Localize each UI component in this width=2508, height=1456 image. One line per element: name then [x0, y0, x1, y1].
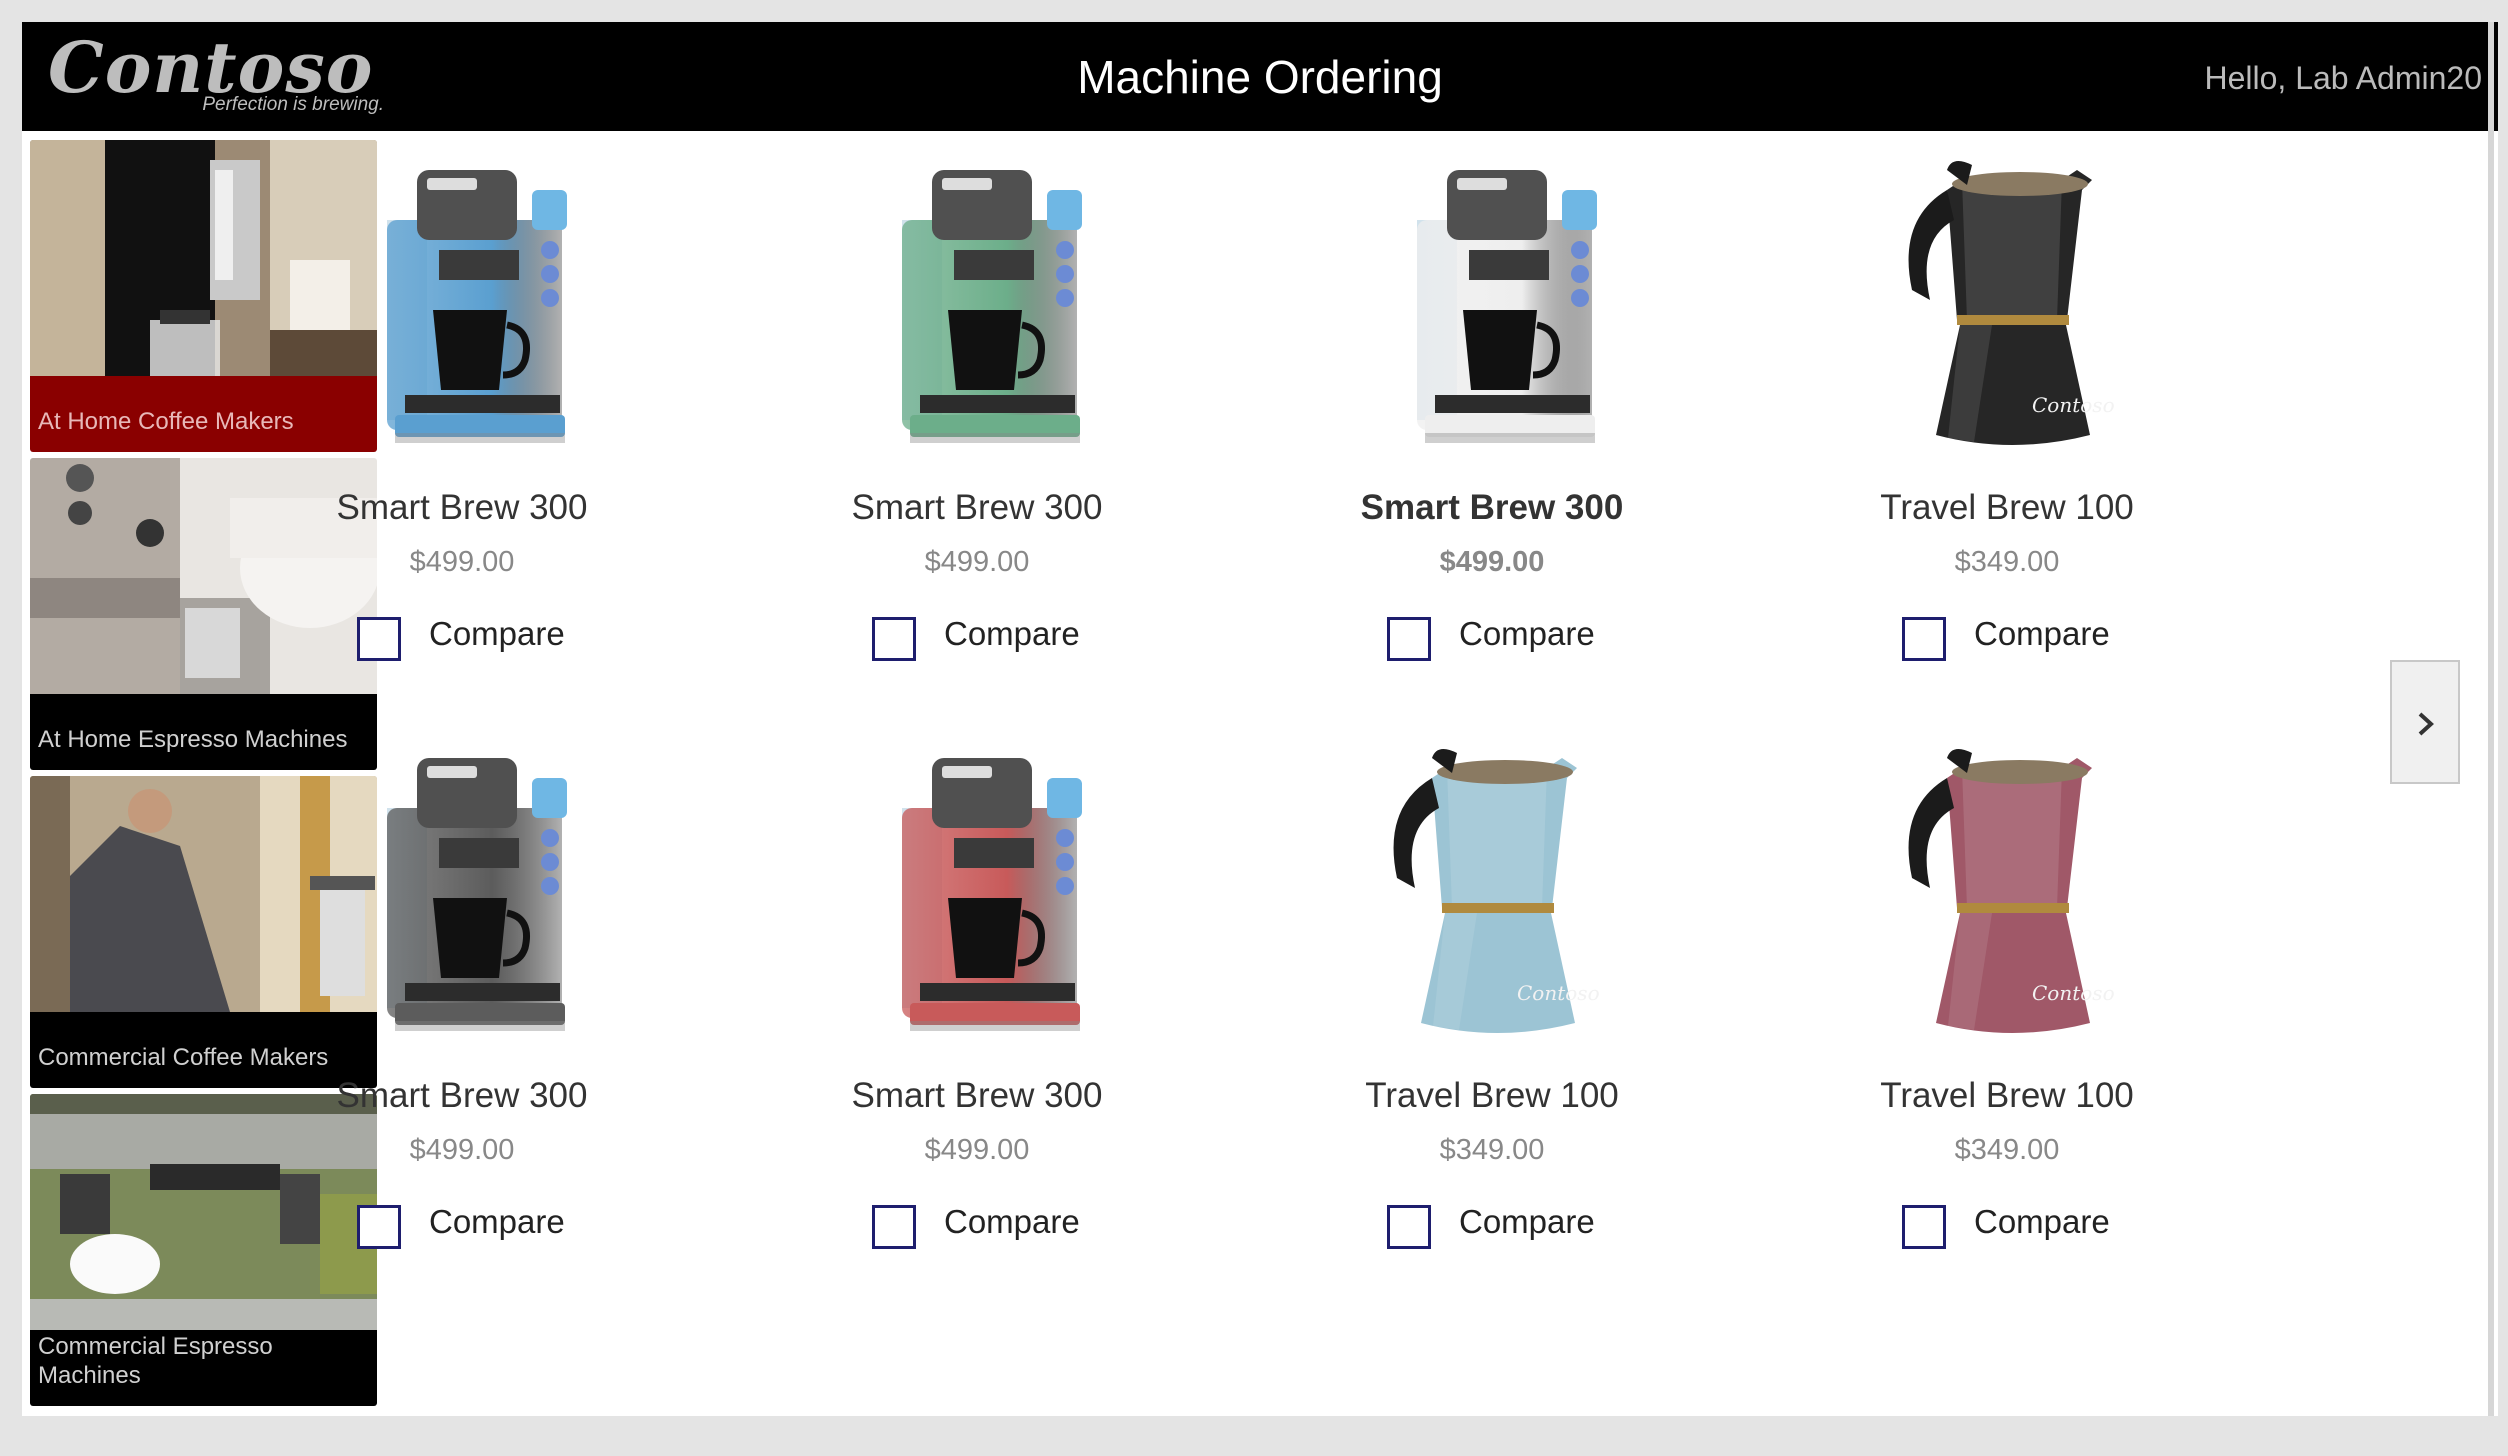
product-image[interactable]: Contoso: [1377, 738, 1607, 1058]
product-image[interactable]: [862, 150, 1092, 470]
compare-checkbox[interactable]: Compare: [357, 1201, 617, 1261]
compare-label: Compare: [1459, 615, 1595, 652]
product-name: Travel Brew 100: [1365, 1076, 1619, 1115]
product-name: Travel Brew 100: [1880, 1076, 2134, 1115]
chevron-right-icon: [2418, 712, 2434, 736]
compare-checkbox[interactable]: Compare: [1902, 613, 2162, 673]
compare-label: Compare: [1459, 1203, 1595, 1240]
category-label: Commercial Espresso Machines: [38, 1333, 273, 1389]
product-price: $499.00: [1439, 546, 1545, 578]
compare-label: Compare: [429, 615, 565, 652]
product-image[interactable]: [347, 738, 577, 1058]
checkbox-box[interactable]: [357, 1205, 401, 1249]
scrollbar-track: [2488, 22, 2494, 1416]
product-image[interactable]: [347, 150, 577, 470]
svg-text:Contoso: Contoso: [2032, 393, 2115, 417]
product-image[interactable]: [1377, 150, 1607, 470]
product-name: Smart Brew 300: [1360, 488, 1624, 527]
page-title: Machine Ordering: [1077, 51, 1443, 103]
checkbox-box[interactable]: [1902, 1205, 1946, 1249]
product-price: $349.00: [1954, 1134, 2060, 1166]
checkbox-box[interactable]: [357, 617, 401, 661]
app-window: Contoso Perfection is brewing. Machine O…: [22, 22, 2498, 1416]
product-name: Travel Brew 100: [1880, 488, 2134, 527]
svg-text:Contoso: Contoso: [2032, 981, 2115, 1005]
product-card[interactable]: Contoso Travel Brew 100 $349.00 Compare: [1797, 150, 2217, 710]
checkbox-box[interactable]: [872, 617, 916, 661]
product-card[interactable]: Smart Brew 300 $499.00 Compare: [1282, 150, 1702, 710]
product-name: Smart Brew 300: [851, 1076, 1103, 1115]
product-price: $349.00: [1954, 546, 2060, 578]
compare-label: Compare: [944, 615, 1080, 652]
product-price: $499.00: [924, 1134, 1030, 1166]
product-card[interactable]: Contoso Travel Brew 100 $349.00 Compare: [1797, 738, 2217, 1298]
checkbox-box[interactable]: [1902, 617, 1946, 661]
product-name: Smart Brew 300: [851, 488, 1103, 527]
compare-label: Compare: [944, 1203, 1080, 1240]
product-price: $499.00: [409, 546, 515, 578]
compare-checkbox[interactable]: Compare: [1387, 613, 1647, 673]
checkbox-box[interactable]: [1387, 1205, 1431, 1249]
checkbox-box[interactable]: [1387, 617, 1431, 661]
next-page-button[interactable]: [2390, 660, 2460, 784]
compare-checkbox[interactable]: Compare: [1387, 1201, 1647, 1261]
compare-label: Compare: [1974, 1203, 2110, 1240]
product-card[interactable]: Smart Brew 300 $499.00 Compare: [252, 150, 672, 710]
product-name: Smart Brew 300: [336, 1076, 588, 1115]
compare-checkbox[interactable]: Compare: [872, 613, 1132, 673]
product-name: Smart Brew 300: [336, 488, 588, 527]
compare-checkbox[interactable]: Compare: [1902, 1201, 2162, 1261]
compare-checkbox[interactable]: Compare: [357, 613, 617, 673]
product-price: $499.00: [924, 546, 1030, 578]
product-card[interactable]: Contoso Travel Brew 100 $349.00 Compare: [1282, 738, 1702, 1298]
product-card[interactable]: Smart Brew 300 $499.00 Compare: [252, 738, 672, 1298]
product-image[interactable]: Contoso: [1892, 738, 2122, 1058]
app-header: Contoso Perfection is brewing. Machine O…: [22, 22, 2498, 131]
category-label-bar: Commercial Espresso Machines: [30, 1330, 377, 1406]
product-card[interactable]: Smart Brew 300 $499.00 Compare: [767, 150, 1187, 710]
product-image[interactable]: Contoso: [1892, 150, 2122, 470]
svg-text:Contoso: Contoso: [1517, 981, 1600, 1005]
product-card[interactable]: Smart Brew 300 $499.00 Compare: [767, 738, 1187, 1298]
checkbox-box[interactable]: [872, 1205, 916, 1249]
compare-checkbox[interactable]: Compare: [872, 1201, 1132, 1261]
compare-label: Compare: [1974, 615, 2110, 652]
user-greeting: Hello, Lab Admin20: [2204, 60, 2482, 96]
product-price: $499.00: [409, 1134, 515, 1166]
compare-label: Compare: [429, 1203, 565, 1240]
product-image[interactable]: [862, 738, 1092, 1058]
product-price: $349.00: [1439, 1134, 1545, 1166]
